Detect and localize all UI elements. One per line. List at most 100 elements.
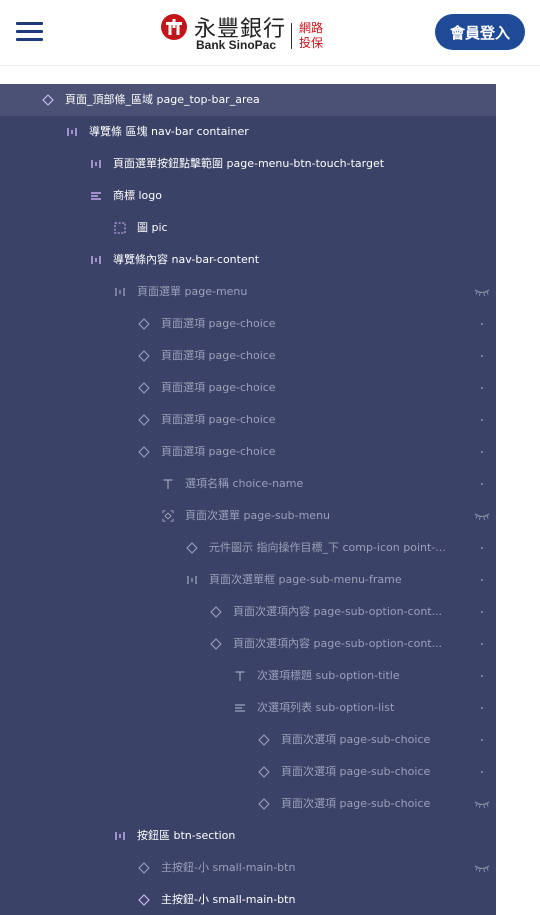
layer-row[interactable]: 頁面次選單框 page-sub-menu-frame xyxy=(0,564,496,596)
layer-row[interactable]: 頁面次選單 page-sub-menu xyxy=(0,500,496,532)
layer-row[interactable]: 圖 pic xyxy=(0,212,496,244)
layer-visibility-dot-icon[interactable] xyxy=(474,542,490,554)
layers-panel: 頁面_頂部條_區域 page_top-bar_area 導覽條 區塊 nav-ba… xyxy=(0,84,496,915)
layer-label: 頁面次選單 page-sub-menu xyxy=(185,509,331,522)
component-diamond-icon xyxy=(138,894,150,906)
layer-label: 主按鈕-小 small-main-btn xyxy=(161,893,296,906)
horizontal-layout-icon xyxy=(186,574,198,586)
layer-row[interactable]: 主按鈕-小 small-main-btn xyxy=(0,852,496,884)
layer-row[interactable]: 導覽條內容 nav-bar-content xyxy=(0,244,496,276)
layer-row[interactable]: 頁面次選項 page-sub-choice xyxy=(0,724,496,756)
component-diamond-icon xyxy=(138,318,150,330)
layer-label: 圖 pic xyxy=(137,221,168,234)
layer-label: 頁面選單按鈕點擊範圍 page-menu-btn-touch-target xyxy=(113,157,385,170)
layer-visibility-dot-icon[interactable] xyxy=(474,350,490,362)
component-instance-frame-icon xyxy=(162,510,174,522)
layer-visibility-dot-icon[interactable] xyxy=(474,382,490,394)
layer-row[interactable]: 頁面選項 page-choice xyxy=(0,308,496,340)
layer-label: 頁面選項 page-choice xyxy=(161,317,276,330)
layer-row[interactable]: 商標 logo xyxy=(0,180,496,212)
layer-row[interactable]: 頁面選單 page-menu xyxy=(0,276,496,308)
hidden-eye-icon[interactable] xyxy=(474,510,490,522)
layer-label: 頁面選項 page-choice xyxy=(161,381,276,394)
layer-visibility-dot-icon[interactable] xyxy=(474,638,490,650)
layer-label: 次選項列表 sub-option-list xyxy=(257,701,395,714)
hidden-eye-icon[interactable] xyxy=(474,798,490,810)
layer-row[interactable]: 次選項列表 sub-option-list xyxy=(0,692,496,724)
layer-visibility-dot-icon[interactable] xyxy=(474,670,490,682)
layer-visibility-dot-icon[interactable] xyxy=(474,446,490,458)
layer-label: 頁面次選項 page-sub-choice xyxy=(281,797,431,810)
component-diamond-icon xyxy=(138,862,150,874)
hidden-eye-icon[interactable] xyxy=(474,862,490,874)
layer-visibility-dot-icon[interactable] xyxy=(474,606,490,618)
logo-divider xyxy=(291,23,292,49)
layer-label: 按鈕區 btn-section xyxy=(137,829,236,842)
logo-tagline: 網路 投保 xyxy=(299,21,324,50)
layer-label: 頁面選項 page-choice xyxy=(161,445,276,458)
component-diamond-icon xyxy=(42,94,54,106)
layer-row[interactable]: 次選項標題 sub-option-title xyxy=(0,660,496,692)
layer-row[interactable]: 頁面次選項 page-sub-choice xyxy=(0,756,496,788)
sinopac-logo-mark-icon xyxy=(161,14,187,40)
vertical-layout-icon xyxy=(234,702,246,714)
layer-row[interactable]: 頁面次選項內容 page-sub-option-cont... xyxy=(0,628,496,660)
layer-label: 頁面_頂部條_區域 page_top-bar_area xyxy=(65,93,260,106)
layer-row[interactable]: 選項名稱 choice-name xyxy=(0,468,496,500)
layer-row[interactable]: 頁面次選項內容 page-sub-option-cont... xyxy=(0,596,496,628)
layer-label: 商標 logo xyxy=(113,189,162,202)
vertical-layout-icon xyxy=(90,190,102,202)
layer-row[interactable]: 頁面次選項 page-sub-choice xyxy=(0,788,496,820)
layer-visibility-dot-icon[interactable] xyxy=(474,574,490,586)
layer-row[interactable]: 按鈕區 btn-section xyxy=(0,820,496,852)
layer-label: 頁面次選項內容 page-sub-option-cont... xyxy=(233,637,443,650)
layer-visibility-dot-icon[interactable] xyxy=(474,734,490,746)
layer-label: 頁面選項 page-choice xyxy=(161,349,276,362)
layer-row[interactable]: 頁面選單按鈕點擊範圍 page-menu-btn-touch-target xyxy=(0,148,496,180)
layer-row[interactable]: 頁面選項 page-choice xyxy=(0,404,496,436)
hidden-eye-icon[interactable] xyxy=(474,286,490,298)
bank-logo[interactable]: 永豐銀行 Bank SinoPac 網路 投保 xyxy=(160,13,330,53)
layer-visibility-dot-icon[interactable] xyxy=(474,414,490,426)
layer-label: 頁面次選項 page-sub-choice xyxy=(281,733,431,746)
layer-label: 主按鈕-小 small-main-btn xyxy=(161,861,296,874)
horizontal-layout-icon xyxy=(114,286,126,298)
layer-label: 次選項標題 sub-option-title xyxy=(257,669,400,682)
layer-label: 選項名稱 choice-name xyxy=(185,477,304,490)
layer-row[interactable]: 元件圖示 指向操作目標_下 comp-icon point-... xyxy=(0,532,496,564)
component-diamond-icon xyxy=(258,734,270,746)
layer-row[interactable]: 導覽條 區塊 nav-bar container xyxy=(0,116,496,148)
component-diamond-icon xyxy=(258,766,270,778)
component-diamond-icon xyxy=(186,542,198,554)
layer-row[interactable]: 頁面選項 page-choice xyxy=(0,436,496,468)
component-diamond-icon xyxy=(258,798,270,810)
component-diamond-icon xyxy=(210,606,222,618)
layer-visibility-dot-icon[interactable] xyxy=(474,702,490,714)
layer-label: 元件圖示 指向操作目標_下 comp-icon point-... xyxy=(209,541,446,554)
horizontal-layout-icon xyxy=(114,830,126,842)
layer-label: 頁面次選項 page-sub-choice xyxy=(281,765,431,778)
component-diamond-icon xyxy=(138,446,150,458)
layer-label: 頁面次選項內容 page-sub-option-cont... xyxy=(233,605,443,618)
layer-label: 導覽條 區塊 nav-bar container xyxy=(89,125,249,138)
text-icon xyxy=(162,478,174,490)
hamburger-icon[interactable] xyxy=(16,20,44,44)
layer-label: 導覽條內容 nav-bar-content xyxy=(113,253,260,266)
component-diamond-icon xyxy=(138,350,150,362)
layer-row[interactable]: 頁面選項 page-choice xyxy=(0,340,496,372)
layer-visibility-dot-icon[interactable] xyxy=(474,766,490,778)
member-login-button[interactable]: 會員登入 xyxy=(435,14,525,50)
layer-label: 頁面選項 page-choice xyxy=(161,413,276,426)
text-icon xyxy=(234,670,246,682)
layer-label: 頁面次選單框 page-sub-menu-frame xyxy=(209,573,402,586)
frame-dashed-icon xyxy=(114,222,126,234)
layer-row[interactable]: 頁面_頂部條_區域 page_top-bar_area xyxy=(0,84,496,116)
layer-row[interactable]: 頁面選項 page-choice xyxy=(0,372,496,404)
layer-visibility-dot-icon[interactable] xyxy=(474,318,490,330)
horizontal-layout-icon xyxy=(90,158,102,170)
horizontal-layout-icon xyxy=(66,126,78,138)
layer-row[interactable]: 主按鈕-小 small-main-btn xyxy=(0,884,496,915)
layer-visibility-dot-icon[interactable] xyxy=(474,478,490,490)
logo-english-name: Bank SinoPac xyxy=(196,38,277,52)
component-diamond-icon xyxy=(210,638,222,650)
